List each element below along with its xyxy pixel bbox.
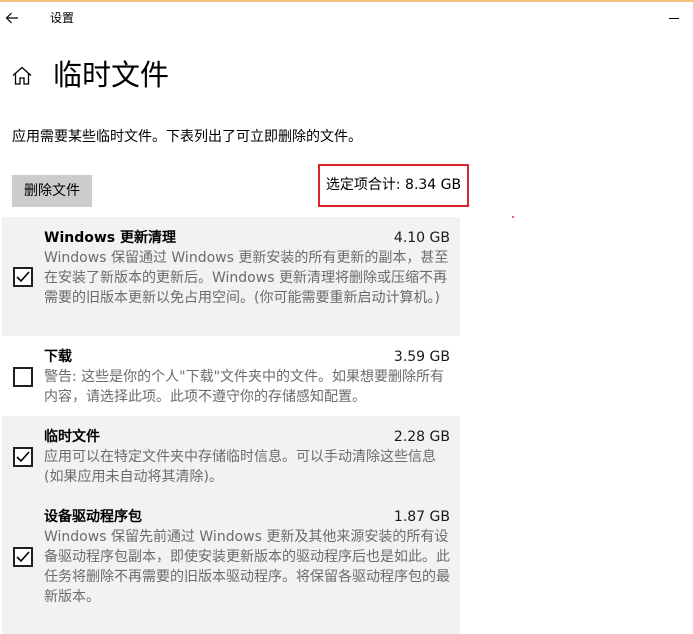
minimize-button[interactable] bbox=[647, 2, 693, 34]
title-bar: 设置 bbox=[0, 2, 693, 34]
back-button[interactable] bbox=[0, 2, 26, 34]
checkmark-icon bbox=[16, 551, 30, 563]
item-description: Windows 保留通过 Windows 更新安装的所有更新的副本，甚至在安装了… bbox=[44, 250, 449, 306]
back-arrow-icon bbox=[5, 12, 18, 24]
item-name: 设备驱动程序包 bbox=[44, 509, 142, 525]
checkbox-downloads[interactable] bbox=[13, 367, 33, 387]
delete-files-button[interactable]: 删除文件 bbox=[12, 175, 92, 207]
item-name: 临时文件 bbox=[44, 429, 100, 445]
checkbox-driver-packages[interactable] bbox=[13, 547, 33, 567]
home-icon[interactable] bbox=[10, 64, 34, 88]
item-size: 2.28 GB bbox=[393, 429, 450, 445]
checkbox-windows-update[interactable] bbox=[13, 267, 33, 287]
page-title: 临时文件 bbox=[53, 58, 170, 92]
list-item-temp-files-group: 临时文件 2.28 GB 应用可以在特定文件夹中存储临时信息。可以手动清除这些信… bbox=[2, 416, 460, 634]
list-item-windows-update: Windows 更新清理 4.10 GB Windows 保留通过 Window… bbox=[2, 217, 460, 336]
page-description: 应用需要某些临时文件。下表列出了可立即删除的文件。 bbox=[12, 129, 362, 145]
item-description: 应用可以在特定文件夹中存储临时信息。可以手动清除这些信息(如果应用未自动将其清除… bbox=[44, 449, 436, 485]
list-item-downloads: 下载 3.59 GB 警告: 这些是你的个人"下载"文件夹中的文件。如果想要删除… bbox=[2, 336, 460, 416]
checkmark-icon bbox=[16, 451, 30, 463]
checkmark-icon bbox=[16, 271, 30, 283]
item-description: Windows 保留先前通过 Windows 更新及其他来源安装的所有设备驱动程… bbox=[44, 529, 450, 605]
item-description: 警告: 这些是你的个人"下载"文件夹中的文件。如果想要删除所有内容，请选择此项。… bbox=[44, 369, 445, 405]
checkbox-temp-files[interactable] bbox=[13, 447, 33, 467]
item-name: 下载 bbox=[44, 349, 72, 365]
item-size: 4.10 GB bbox=[393, 230, 450, 246]
item-size: 3.59 GB bbox=[393, 349, 450, 365]
minimize-icon bbox=[669, 18, 679, 19]
item-name: Windows 更新清理 bbox=[44, 230, 176, 246]
item-size: 1.87 GB bbox=[393, 509, 450, 525]
temp-file-list: Windows 更新清理 4.10 GB Windows 保留通过 Window… bbox=[2, 217, 460, 634]
selected-total-label: 选定项合计: 8.34 GB bbox=[318, 164, 469, 207]
window-title: 设置 bbox=[50, 11, 75, 25]
stray-mark bbox=[512, 216, 514, 218]
